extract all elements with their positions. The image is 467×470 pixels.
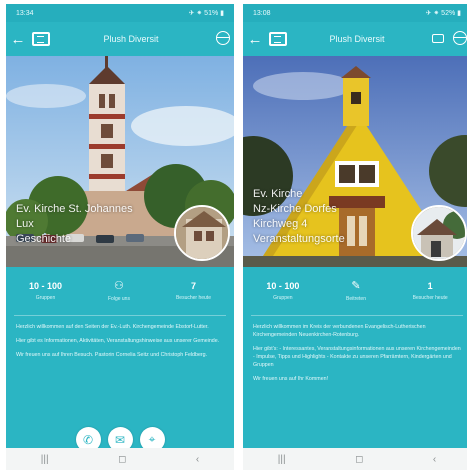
globe-button[interactable] — [212, 30, 234, 48]
hero-caption-line: Veranstaltungsorte — [253, 233, 345, 245]
profile-thumbnail[interactable] — [174, 205, 230, 261]
stat-value: 10 - 100 — [266, 281, 300, 291]
stat-value: 10 - 100 — [28, 281, 63, 291]
globe-icon — [216, 30, 230, 45]
status-bar: 13:34 ✈ ⁕ 51% ▮ — [6, 4, 234, 22]
follow-person-icon: ⚇ — [114, 279, 124, 292]
stat-value: 7 — [190, 281, 196, 291]
follow-button[interactable]: ⚇ Folge uns — [108, 279, 130, 302]
description-paragraph: Wir freuen uns auf Ihren Besuch. Pastori… — [16, 352, 208, 358]
hero-caption-line: Geschichte — [16, 233, 72, 245]
thumbnail-image — [176, 207, 228, 259]
back-icon[interactable]: ‹ — [433, 454, 436, 465]
globe-icon — [453, 30, 467, 45]
home-icon[interactable]: ◻ — [118, 454, 126, 465]
status-indicators: ✈ ⁕ 52% ▮ — [425, 10, 461, 17]
edit-square-icon: ✎ — [351, 279, 361, 292]
back-arrow-icon[interactable]: ← — [243, 31, 267, 48]
stat-group-size: 10 - 100 Gruppen — [29, 281, 62, 301]
app-title: Plush Diversit — [103, 34, 159, 44]
description-paragraph: Herzlich willkommen im Kreis der verbund… — [253, 324, 426, 338]
phone-screen-right: 13:08 ✈ ⁕ 52% ▮ ← Plush Diversit Ev. Kir… — [243, 4, 467, 470]
description-text: Herzlich willkommen im Kreis der verbund… — [253, 323, 461, 389]
location-pin-icon: ⌖ — [148, 432, 156, 446]
stat-value: 1 — [427, 281, 433, 291]
stat-label: Folge uns — [108, 295, 130, 302]
description-paragraph: Wir freuen uns auf Ihr Kommen! — [253, 376, 329, 382]
qr-code-icon[interactable] — [32, 32, 50, 46]
hero-caption-line: Nz-Kirche Dorfes — [253, 203, 337, 215]
app-title: Plush Diversit — [329, 34, 385, 44]
globe-button[interactable] — [449, 30, 467, 48]
stats-row: 10 - 100 Gruppen ✎ Beitreten 1 Besucher … — [243, 267, 467, 315]
thumbnail-image — [413, 207, 465, 259]
back-arrow-icon[interactable]: ← — [6, 31, 30, 48]
stat-visitors: 7 Besucher heute — [176, 281, 211, 301]
stat-label: Beitreten — [345, 295, 366, 302]
recent-apps-icon[interactable]: ||| — [278, 454, 286, 465]
status-time: 13:34 — [16, 9, 34, 17]
description-paragraph: Hier gibt es Informationen, Aktivitäten,… — [16, 338, 220, 344]
hero-caption-line: Ev. Kirche St. Johannes — [16, 203, 133, 215]
description-text: Herzlich willkommen auf den Seiten der E… — [16, 323, 224, 365]
stat-label: Gruppen — [35, 295, 56, 301]
hero-caption: Ev. Kirche Nz-Kirche Dorfes Kirchweg 4 V… — [253, 187, 345, 247]
app-bar: ← Plush Diversit — [6, 22, 234, 56]
stat-visitors: 1 Besucher heute — [413, 281, 448, 301]
hero-image: Ev. Kirche St. Johannes Lux Geschichte — [6, 56, 234, 267]
status-bar: 13:08 ✈ ⁕ 52% ▮ — [243, 4, 467, 22]
profile-thumbnail[interactable] — [411, 205, 467, 261]
status-time: 13:08 — [253, 9, 271, 17]
stats-row: 10 - 100 Gruppen ⚇ Folge uns 7 Besucher … — [6, 267, 234, 315]
hero-caption-line: Kirchweg 4 — [253, 218, 308, 230]
system-nav-bar: ||| ◻ ‹ — [6, 448, 234, 470]
phone-icon: ✆ — [82, 432, 94, 447]
divider — [251, 315, 463, 316]
hero-caption-line: Ev. Kirche — [253, 188, 303, 200]
chat-icon — [432, 34, 444, 43]
stat-group-size: 10 - 100 Gruppen — [266, 281, 299, 301]
description-paragraph: Hier gibt's: - Interessantes, Veranstalt… — [253, 346, 461, 368]
home-icon[interactable]: ◻ — [355, 454, 363, 465]
system-nav-bar: ||| ◻ ‹ — [243, 448, 467, 470]
recent-apps-icon[interactable]: ||| — [41, 454, 49, 465]
divider — [14, 315, 226, 316]
hero-caption: Ev. Kirche St. Johannes Lux Geschichte — [16, 202, 133, 247]
email-icon: ✉ — [114, 432, 126, 447]
status-indicators: ✈ ⁕ 51% ▮ — [188, 10, 224, 17]
stat-label: Besucher heute — [412, 295, 448, 301]
hero-image: Ev. Kirche Nz-Kirche Dorfes Kirchweg 4 V… — [243, 56, 467, 267]
hero-caption-line: Lux — [16, 218, 34, 230]
phone-screen-left: 13:34 ✈ ⁕ 51% ▮ ← Plush Diversit Ev. Kir… — [6, 4, 234, 470]
chat-button[interactable] — [427, 32, 449, 46]
back-icon[interactable]: ‹ — [196, 454, 199, 465]
qr-code-icon[interactable] — [269, 32, 287, 46]
join-button[interactable]: ✎ Beitreten — [345, 279, 366, 302]
stat-label: Gruppen — [273, 295, 293, 301]
stat-label: Besucher heute — [175, 295, 211, 301]
description-paragraph: Herzlich willkommen auf den Seiten der E… — [16, 324, 209, 330]
app-bar: ← Plush Diversit — [243, 22, 467, 56]
